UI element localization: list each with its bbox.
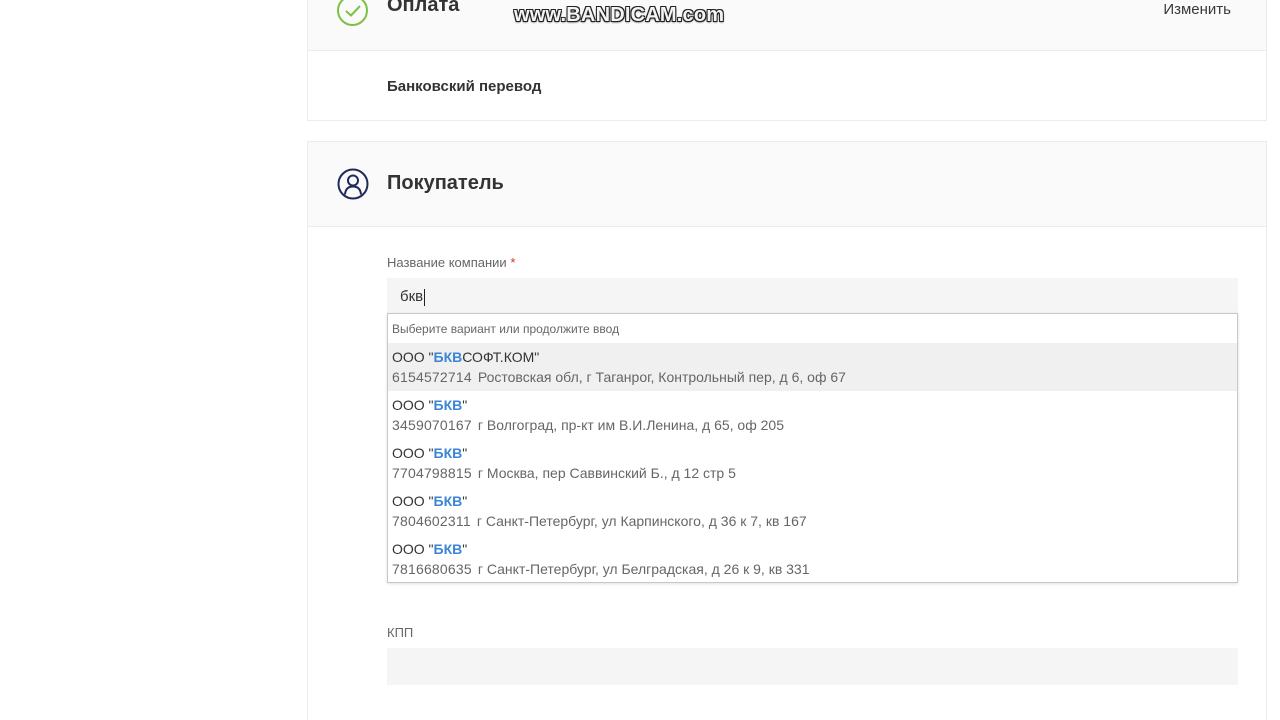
company-name-input-value: бкв (400, 288, 426, 306)
suggestion-name-suffix: СОФТ.КОМ" (462, 349, 540, 365)
suggestion-details: 6154572714 Ростовская обл, г Таганрог, Ко… (392, 369, 1233, 385)
kpp-input[interactable] (387, 648, 1238, 685)
suggestion-address: Ростовская обл, г Таганрог, Контрольный … (477, 369, 846, 385)
suggestion-item[interactable]: ООО "БКВ" 7804602311 г Санкт-Петербург, ул… (388, 487, 1237, 535)
suggestion-name-prefix: ООО " (392, 445, 434, 461)
suggestion-details: 3459070167 г Волгоград, пр-кт им В.И.Лени… (392, 417, 1233, 433)
company-name-label: Название компании * (387, 255, 515, 270)
payment-section-header: Оплата Изменить (308, 0, 1266, 51)
payment-section: Оплата Изменить Банковский перевод (307, 0, 1267, 121)
suggestion-name-prefix: ООО " (392, 349, 434, 365)
bandicam-watermark: www.BANDICAM.com (514, 4, 725, 26)
suggestion-name-suffix: " (462, 397, 468, 413)
suggestion-name-suffix: " (462, 445, 468, 461)
kpp-label: КПП (387, 625, 414, 640)
suggestion-list: ООО "БКВСОФТ.КОМ" 6154572714 Ростовская об… (388, 343, 1237, 583)
suggestion-details: 7804602311 г Санкт-Петербург, ул Карпинск… (392, 513, 1233, 529)
suggestion-item[interactable]: ООО "БКВ" 7704798815 г Москва, пер Саввинс… (388, 439, 1237, 487)
suggestion-name-highlight: БКВ (433, 541, 463, 557)
buyer-section: Покупатель Название компании * бкв Выбер… (307, 141, 1267, 720)
suggestion-address: г Санкт-Петербург, ул Белградская, д 26 … (477, 561, 810, 577)
suggestion-details: 7816680635 г Санкт-Петербург, ул Белградс… (392, 561, 1233, 577)
suggestion-name-prefix: ООО " (392, 493, 434, 509)
change-payment-link[interactable]: Изменить (1163, 1, 1231, 18)
suggestion-name-highlight: БКВ (433, 397, 463, 413)
company-name-label-text: Название компании (387, 255, 507, 270)
suggestion-name-highlight: БКВ (433, 349, 463, 365)
check-circle-icon (337, 0, 368, 26)
company-suggestions-dropdown: Выберите вариант или продолжите ввод ООО… (387, 313, 1238, 583)
suggestion-inn: 3459070167 (392, 417, 472, 433)
suggestion-name-prefix: ООО " (392, 541, 434, 557)
suggestion-address: г Санкт-Петербург, ул Карпинского, д 36 … (476, 513, 807, 529)
company-name-input-text: бкв (400, 288, 424, 305)
suggestion-name-suffix: " (462, 541, 468, 557)
suggestion-name-suffix: " (462, 493, 468, 509)
suggestion-name-highlight: БКВ (433, 445, 463, 461)
suggestion-address: г Волгоград, пр-кт им В.И.Ленина, д 65, … (477, 417, 784, 433)
buyer-section-header: Покупатель (308, 142, 1266, 227)
text-caret (424, 288, 426, 306)
payment-title: Оплата (387, 0, 460, 16)
suggestion-company-name: ООО "БКВ" (392, 397, 1233, 413)
user-circle-icon (337, 168, 369, 205)
suggestion-item[interactable]: ООО "БКВ" 3459070167 г Волгоград, пр-кт им… (388, 391, 1237, 439)
suggestion-company-name: ООО "БКВСОФТ.КОМ" (392, 349, 1233, 365)
suggestion-details: 7704798815 г Москва, пер Саввинский Б., д… (392, 465, 1233, 481)
suggestion-company-name: ООО "БКВ" (392, 541, 1233, 557)
suggestion-company-name: ООО "БКВ" (392, 445, 1233, 461)
suggestion-inn: 7816680635 (392, 561, 472, 577)
suggestion-inn: 6154572714 (392, 369, 472, 385)
suggestion-inn: 7804602311 (392, 513, 471, 529)
dropdown-hint: Выберите вариант или продолжите ввод (392, 322, 620, 336)
suggestion-name-prefix: ООО " (392, 397, 434, 413)
suggestion-company-name: ООО "БКВ" (392, 493, 1233, 509)
buyer-title: Покупатель (387, 172, 504, 194)
suggestion-address: г Москва, пер Саввинский Б., д 12 стр 5 (477, 465, 736, 481)
suggestion-inn: 7704798815 (392, 465, 472, 481)
suggestion-name-highlight: БКВ (433, 493, 463, 509)
company-name-input[interactable]: бкв (387, 278, 1238, 315)
payment-method-value: Банковский перевод (387, 78, 542, 95)
suggestion-item[interactable]: ООО "БКВ" 7816680635 г Санкт-Петербург, ул… (388, 535, 1237, 583)
suggestion-item[interactable]: ООО "БКВСОФТ.КОМ" 6154572714 Ростовская об… (388, 343, 1237, 391)
required-mark: * (510, 255, 516, 270)
